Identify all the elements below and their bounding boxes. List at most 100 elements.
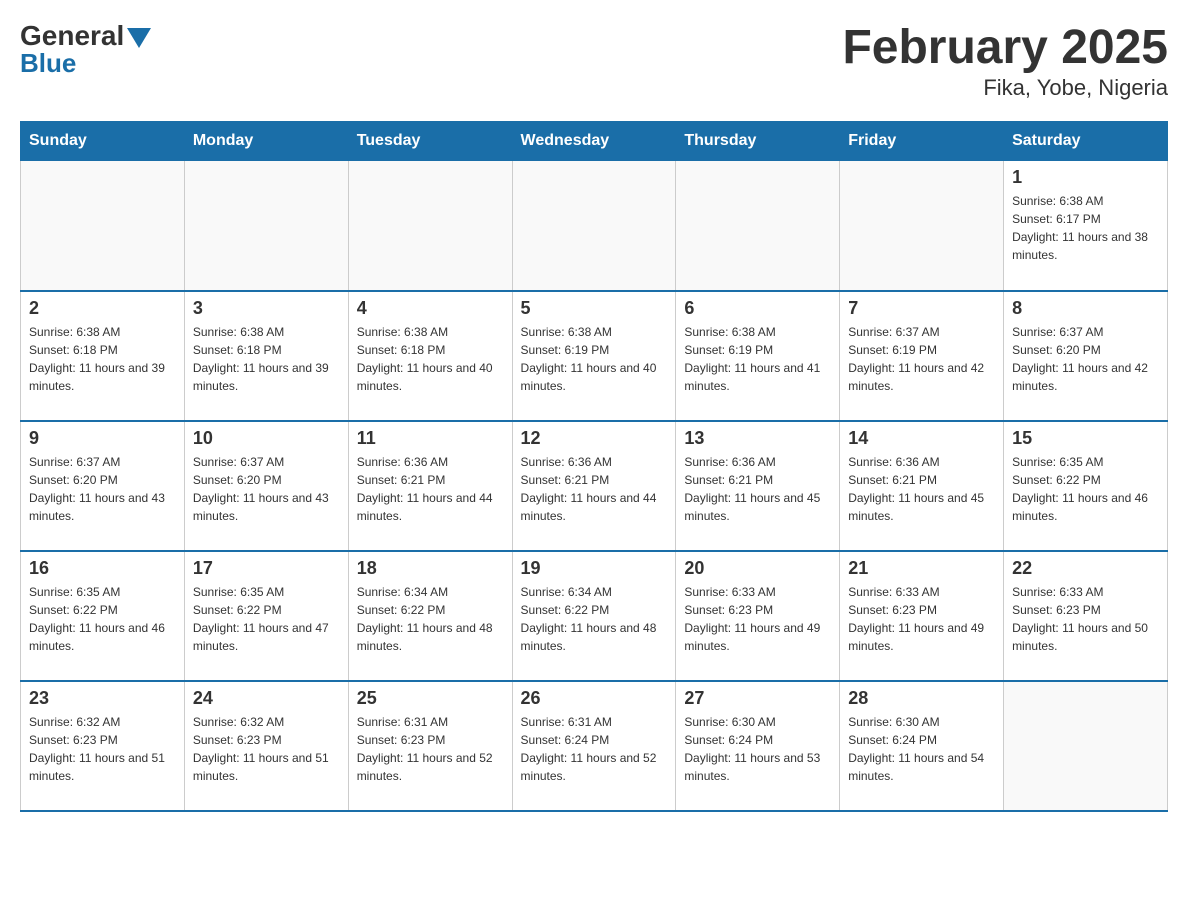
day-number: 11 xyxy=(357,428,504,449)
day-info: Sunrise: 6:35 AMSunset: 6:22 PMDaylight:… xyxy=(193,583,340,655)
day-info: Sunrise: 6:38 AMSunset: 6:18 PMDaylight:… xyxy=(193,323,340,395)
day-number: 8 xyxy=(1012,298,1159,319)
calendar-cell: 27 Sunrise: 6:30 AMSunset: 6:24 PMDayligh… xyxy=(676,681,840,811)
week-row-4: 16 Sunrise: 6:35 AMSunset: 6:22 PMDayligh… xyxy=(21,551,1168,681)
day-info: Sunrise: 6:37 AMSunset: 6:20 PMDaylight:… xyxy=(193,453,340,525)
day-number: 2 xyxy=(29,298,176,319)
day-number: 12 xyxy=(521,428,668,449)
calendar-subtitle: Fika, Yobe, Nigeria xyxy=(842,75,1168,101)
day-number: 9 xyxy=(29,428,176,449)
day-info: Sunrise: 6:38 AMSunset: 6:17 PMDaylight:… xyxy=(1012,192,1159,264)
calendar-title: February 2025 xyxy=(842,20,1168,75)
calendar-header: Sunday Monday Tuesday Wednesday Thursday… xyxy=(21,122,1168,161)
day-number: 6 xyxy=(684,298,831,319)
day-number: 4 xyxy=(357,298,504,319)
calendar-cell: 13Sunrise: 6:36 AMSunset: 6:21 PMDayligh… xyxy=(676,421,840,551)
day-number: 14 xyxy=(848,428,995,449)
day-number: 24 xyxy=(193,688,340,709)
day-number: 26 xyxy=(521,688,668,709)
calendar-cell: 9Sunrise: 6:37 AMSunset: 6:20 PMDaylight… xyxy=(21,421,185,551)
header-thursday: Thursday xyxy=(676,122,840,161)
day-info: Sunrise: 6:38 AMSunset: 6:18 PMDaylight:… xyxy=(357,323,504,395)
day-info: Sunrise: 6:36 AMSunset: 6:21 PMDaylight:… xyxy=(848,453,995,525)
calendar-cell: 5 Sunrise: 6:38 AMSunset: 6:19 PMDaylight… xyxy=(512,291,676,421)
calendar-cell: 22Sunrise: 6:33 AMSunset: 6:23 PMDayligh… xyxy=(1004,551,1168,681)
calendar-cell xyxy=(184,161,348,291)
day-info: Sunrise: 6:33 AMSunset: 6:23 PMDaylight:… xyxy=(848,583,995,655)
page-header: General Blue February 2025 Fika, Yobe, N… xyxy=(20,20,1168,101)
day-number: 7 xyxy=(848,298,995,319)
calendar-cell: 6 Sunrise: 6:38 AMSunset: 6:19 PMDaylight… xyxy=(676,291,840,421)
day-number: 5 xyxy=(521,298,668,319)
day-info: Sunrise: 6:31 AMSunset: 6:24 PMDaylight:… xyxy=(521,713,668,785)
day-info: Sunrise: 6:34 AMSunset: 6:22 PMDaylight:… xyxy=(357,583,504,655)
logo-triangle-icon xyxy=(127,28,151,48)
calendar-cell xyxy=(840,161,1004,291)
day-info: Sunrise: 6:33 AMSunset: 6:23 PMDaylight:… xyxy=(684,583,831,655)
header-tuesday: Tuesday xyxy=(348,122,512,161)
calendar-cell: 21Sunrise: 6:33 AMSunset: 6:23 PMDayligh… xyxy=(840,551,1004,681)
day-info: Sunrise: 6:36 AMSunset: 6:21 PMDaylight:… xyxy=(357,453,504,525)
calendar-cell xyxy=(676,161,840,291)
calendar-cell: 28 Sunrise: 6:30 AMSunset: 6:24 PMDayligh… xyxy=(840,681,1004,811)
calendar-cell: 1 Sunrise: 6:38 AMSunset: 6:17 PMDaylight… xyxy=(1004,161,1168,291)
calendar-cell xyxy=(21,161,185,291)
day-number: 1 xyxy=(1012,167,1159,188)
calendar-cell: 17 Sunrise: 6:35 AMSunset: 6:22 PMDayligh… xyxy=(184,551,348,681)
calendar-table: Sunday Monday Tuesday Wednesday Thursday… xyxy=(20,121,1168,812)
calendar-cell: 12 Sunrise: 6:36 AMSunset: 6:21 PMDayligh… xyxy=(512,421,676,551)
header-friday: Friday xyxy=(840,122,1004,161)
calendar-cell xyxy=(348,161,512,291)
day-number: 19 xyxy=(521,558,668,579)
calendar-cell: 10 Sunrise: 6:37 AMSunset: 6:20 PMDayligh… xyxy=(184,421,348,551)
day-number: 17 xyxy=(193,558,340,579)
day-info: Sunrise: 6:30 AMSunset: 6:24 PMDaylight:… xyxy=(848,713,995,785)
day-info: Sunrise: 6:32 AMSunset: 6:23 PMDaylight:… xyxy=(29,713,176,785)
day-number: 22 xyxy=(1012,558,1159,579)
calendar-cell: 4 Sunrise: 6:38 AMSunset: 6:18 PMDaylight… xyxy=(348,291,512,421)
logo: General Blue xyxy=(20,20,151,79)
day-info: Sunrise: 6:38 AMSunset: 6:19 PMDaylight:… xyxy=(684,323,831,395)
header-monday: Monday xyxy=(184,122,348,161)
day-info: Sunrise: 6:37 AMSunset: 6:19 PMDaylight:… xyxy=(848,323,995,395)
day-info: Sunrise: 6:35 AMSunset: 6:22 PMDaylight:… xyxy=(1012,453,1159,525)
day-number: 20 xyxy=(684,558,831,579)
day-info: Sunrise: 6:36 AMSunset: 6:21 PMDaylight:… xyxy=(684,453,831,525)
header-wednesday: Wednesday xyxy=(512,122,676,161)
day-info: Sunrise: 6:38 AMSunset: 6:18 PMDaylight:… xyxy=(29,323,176,395)
day-info: Sunrise: 6:36 AMSunset: 6:21 PMDaylight:… xyxy=(521,453,668,525)
day-number: 15 xyxy=(1012,428,1159,449)
calendar-cell: 25Sunrise: 6:31 AMSunset: 6:23 PMDayligh… xyxy=(348,681,512,811)
calendar-cell: 14 Sunrise: 6:36 AMSunset: 6:21 PMDayligh… xyxy=(840,421,1004,551)
calendar-cell: 8 Sunrise: 6:37 AMSunset: 6:20 PMDaylight… xyxy=(1004,291,1168,421)
calendar-cell xyxy=(512,161,676,291)
calendar-cell: 20 Sunrise: 6:33 AMSunset: 6:23 PMDayligh… xyxy=(676,551,840,681)
day-info: Sunrise: 6:35 AMSunset: 6:22 PMDaylight:… xyxy=(29,583,176,655)
day-number: 27 xyxy=(684,688,831,709)
header-saturday: Saturday xyxy=(1004,122,1168,161)
calendar-cell: 2 Sunrise: 6:38 AMSunset: 6:18 PMDaylight… xyxy=(21,291,185,421)
day-info: Sunrise: 6:32 AMSunset: 6:23 PMDaylight:… xyxy=(193,713,340,785)
day-number: 3 xyxy=(193,298,340,319)
day-info: Sunrise: 6:38 AMSunset: 6:19 PMDaylight:… xyxy=(521,323,668,395)
calendar-cell: 7 Sunrise: 6:37 AMSunset: 6:19 PMDaylight… xyxy=(840,291,1004,421)
calendar-cell: 26 Sunrise: 6:31 AMSunset: 6:24 PMDayligh… xyxy=(512,681,676,811)
day-number: 18 xyxy=(357,558,504,579)
calendar-cell xyxy=(1004,681,1168,811)
header-sunday: Sunday xyxy=(21,122,185,161)
day-number: 23 xyxy=(29,688,176,709)
calendar-cell: 11 Sunrise: 6:36 AMSunset: 6:21 PMDayligh… xyxy=(348,421,512,551)
day-info: Sunrise: 6:37 AMSunset: 6:20 PMDaylight:… xyxy=(1012,323,1159,395)
calendar-cell: 16 Sunrise: 6:35 AMSunset: 6:22 PMDayligh… xyxy=(21,551,185,681)
days-of-week-row: Sunday Monday Tuesday Wednesday Thursday… xyxy=(21,122,1168,161)
day-number: 10 xyxy=(193,428,340,449)
day-number: 16 xyxy=(29,558,176,579)
week-row-3: 9 Sunrise: 6:37 AMSunset: 6:20 PMDaylight… xyxy=(21,421,1168,551)
day-info: Sunrise: 6:30 AMSunset: 6:24 PMDaylight:… xyxy=(684,713,831,785)
day-number: 28 xyxy=(848,688,995,709)
day-number: 25 xyxy=(357,688,504,709)
week-row-1: 1 Sunrise: 6:38 AMSunset: 6:17 PMDaylight… xyxy=(21,161,1168,291)
week-row-2: 2 Sunrise: 6:38 AMSunset: 6:18 PMDaylight… xyxy=(21,291,1168,421)
calendar-cell: 19Sunrise: 6:34 AMSunset: 6:22 PMDayligh… xyxy=(512,551,676,681)
calendar-cell: 3 Sunrise: 6:38 AMSunset: 6:18 PMDaylight… xyxy=(184,291,348,421)
